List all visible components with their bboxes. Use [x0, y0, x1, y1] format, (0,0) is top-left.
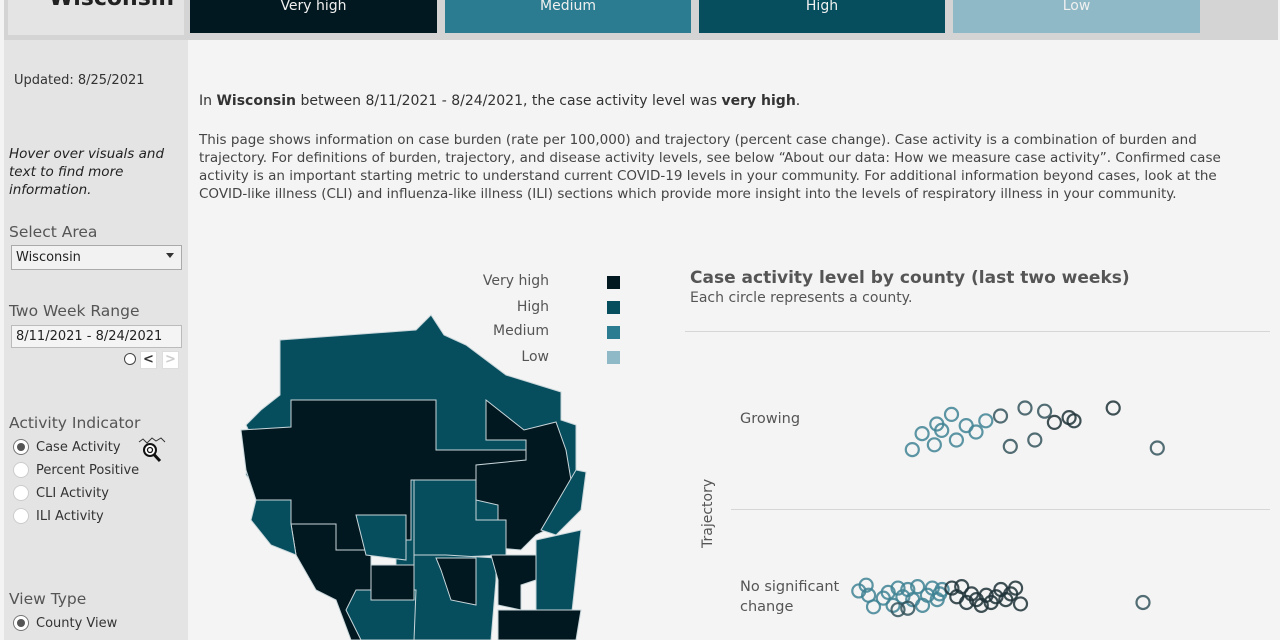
county-dot[interactable]	[1046, 414, 1063, 430]
county-dot[interactable]	[904, 442, 920, 458]
county-dot[interactable]	[1017, 400, 1033, 416]
county-dot[interactable]	[1012, 596, 1029, 612]
county-dot[interactable]	[1105, 400, 1121, 416]
county-dot[interactable]	[1002, 438, 1018, 454]
county-dot[interactable]	[943, 406, 960, 422]
county-dot[interactable]	[948, 432, 965, 448]
county-dot[interactable]	[1135, 594, 1151, 611]
county-dot[interactable]	[978, 413, 994, 429]
county-dot[interactable]	[926, 437, 942, 453]
county-dot[interactable]	[1027, 432, 1043, 448]
county-dot[interactable]	[958, 418, 974, 434]
county-dot[interactable]	[914, 426, 930, 442]
county-dot[interactable]	[1149, 440, 1165, 456]
county-dot[interactable]	[992, 408, 1009, 424]
county-dot[interactable]	[1036, 403, 1053, 419]
scatter-plot	[851, 400, 1165, 618]
